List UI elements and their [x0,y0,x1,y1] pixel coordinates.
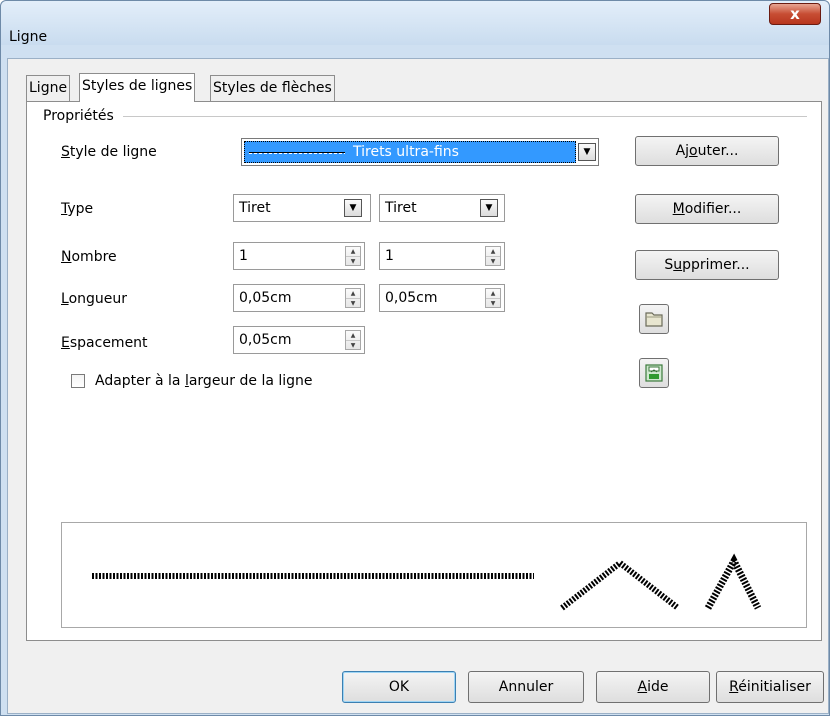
tab-label: Styles de flèches [213,80,332,96]
cancel-label: Annuler [498,679,554,695]
preview-straight-line [92,573,534,579]
spin-down-icon[interactable]: ▼ [486,256,500,265]
spin-down-icon[interactable]: ▼ [486,298,500,307]
chevron-down-icon[interactable]: ▼ [480,199,498,217]
length-spinner-2[interactable]: 0,05cm ▲ ▼ [379,284,505,312]
spin-buttons[interactable]: ▲ ▼ [345,246,361,266]
line-style-preview-box [61,522,807,628]
reset-button[interactable]: Réinitialiser [716,671,824,703]
ok-label: OK [388,679,410,695]
line-style-selected-item: Tirets ultra-fins [244,141,576,163]
spin-buttons[interactable]: ▲ ▼ [345,330,361,350]
preview-shapes [560,553,762,611]
spin-down-icon[interactable]: ▼ [346,298,360,307]
delete-button[interactable]: Supprimer... [635,250,779,280]
ok-button[interactable]: OK [342,671,456,703]
spin-buttons[interactable]: ▲ ▼ [485,288,501,308]
length-value-2: 0,05cm [385,290,438,306]
number-value-1: 1 [239,248,248,264]
length-spinner-1[interactable]: 0,05cm ▲ ▼ [233,284,365,312]
save-line-styles-button[interactable] [639,358,669,388]
window-title: Ligne [9,29,48,45]
spin-buttons[interactable]: ▲ ▼ [345,288,361,308]
close-button[interactable]: x [769,3,821,25]
length-value-1: 0,05cm [239,290,292,306]
cancel-button[interactable]: Annuler [468,671,584,703]
tab-label: Ligne [29,80,68,96]
spin-down-icon[interactable]: ▼ [346,340,360,349]
tab-panel-styles-de-lignes: Propriétés Style de ligne Tirets ultra-f… [26,101,822,641]
modify-button[interactable]: Modifier... [635,194,779,224]
line-style-dropdown[interactable]: Tirets ultra-fins ▼ [241,138,599,166]
line-style-value: Tirets ultra-fins [353,144,459,160]
fit-line-width-checkbox[interactable] [71,374,85,388]
type-value-1: Tiret [239,200,271,216]
load-line-styles-button[interactable] [639,304,669,334]
tab-styles-de-fleches[interactable]: Styles de flèches [210,75,335,101]
type-dropdown-2[interactable]: Tiret ▼ [379,194,505,222]
title-bar: Ligne x [1,1,829,45]
tab-styles-de-lignes[interactable]: Styles de lignes [79,73,196,102]
save-line-styles-icon [645,364,663,382]
spin-up-icon[interactable]: ▲ [486,247,500,256]
tab-label: Styles de lignes [82,78,193,94]
chevron-down-icon[interactable]: ▼ [578,143,596,161]
line-style-label: Style de ligne [61,144,157,160]
dialog-body: Ligne Styles de lignes Styles de flèches… [7,58,829,714]
tab-ligne[interactable]: Ligne [26,75,71,101]
line-style-preview-icon [249,152,345,154]
number-spinner-1[interactable]: 1 ▲ ▼ [233,242,365,270]
group-separator [123,116,807,117]
preview-peak-shape [704,553,762,610]
type-label: Type [61,201,94,217]
preview-angle-shape [560,559,680,611]
spacing-spinner[interactable]: 0,05cm ▲ ▼ [233,326,365,354]
fit-line-width-label[interactable]: Adapter à la largeur de la ligne [95,372,313,390]
number-spinner-2[interactable]: 1 ▲ ▼ [379,242,505,270]
spin-buttons[interactable]: ▲ ▼ [485,246,501,266]
type-dropdown-1[interactable]: Tiret ▼ [233,194,371,222]
spin-down-icon[interactable]: ▼ [346,256,360,265]
spacing-label: Espacement [61,335,148,351]
close-icon: x [790,5,800,23]
spacing-value: 0,05cm [239,332,292,348]
dialog-window: Ligne x Ligne Styles de lignes Styles de… [0,0,830,716]
number-value-2: 1 [385,248,394,264]
number-label: Nombre [61,249,117,265]
length-label: Longueur [61,291,128,307]
add-button[interactable]: Ajouter... [635,136,779,166]
type-value-2: Tiret [385,200,417,216]
help-button[interactable]: Aide [596,671,710,703]
spin-up-icon[interactable]: ▲ [346,331,360,340]
spin-up-icon[interactable]: ▲ [346,289,360,298]
spin-up-icon[interactable]: ▲ [486,289,500,298]
group-title-proprietes: Propriétés [43,108,120,124]
folder-open-icon [645,312,663,327]
spin-up-icon[interactable]: ▲ [346,247,360,256]
chevron-down-icon[interactable]: ▼ [344,199,362,217]
